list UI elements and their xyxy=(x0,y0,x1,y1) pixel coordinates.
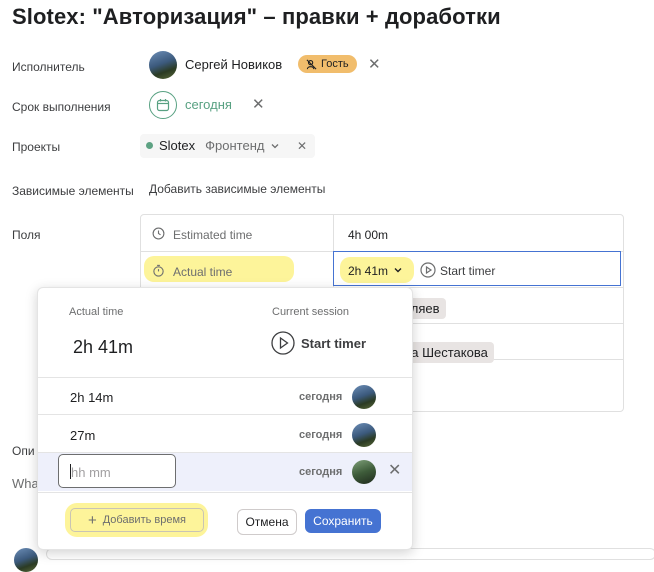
play-icon[interactable] xyxy=(271,331,295,355)
actual-time-popup: Actual time 2h 41m Current session Start… xyxy=(37,287,413,550)
project-color-dot xyxy=(146,142,153,149)
field-value-actual[interactable]: 2h 41m xyxy=(348,264,388,278)
stopwatch-icon xyxy=(153,264,164,277)
description-label-fragment: Опи xyxy=(12,444,35,458)
clock-icon xyxy=(152,227,165,240)
assignee-name[interactable]: Сергей Новиков xyxy=(185,57,282,72)
chevron-down-icon[interactable] xyxy=(393,265,403,275)
fields-label: Поля xyxy=(12,228,41,242)
guest-badge: Гость xyxy=(298,55,357,73)
comment-avatar xyxy=(14,548,38,572)
time-entry-avatar xyxy=(352,385,376,409)
time-entry-duration[interactable]: 27m xyxy=(70,428,95,443)
remove-assignee-close-icon[interactable]: ✕ xyxy=(368,57,381,72)
time-entry-date: сегодня xyxy=(299,391,343,403)
start-timer-button[interactable]: Start timer xyxy=(440,264,495,278)
guest-icon xyxy=(306,59,317,69)
time-entry-duration[interactable]: 2h 14m xyxy=(70,390,113,405)
project-section[interactable]: Фронтенд xyxy=(205,138,264,153)
popup-start-timer[interactable]: Start timer xyxy=(301,336,366,351)
dependencies-label: Зависимые элементы xyxy=(12,184,134,198)
description-placeholder-fragment: Wha xyxy=(12,476,39,491)
time-entry-date: сегодня xyxy=(299,429,343,441)
add-time-button[interactable]: + Добавить время xyxy=(70,508,204,532)
remove-due-date-close-icon[interactable]: ✕ xyxy=(252,97,265,112)
divider xyxy=(38,492,412,493)
popup-session-label: Current session xyxy=(272,306,350,318)
time-entry-row[interactable]: 2h 14m сегодня xyxy=(38,378,412,416)
field-name-estimated: Estimated time xyxy=(173,228,253,242)
divider xyxy=(38,414,412,415)
remove-project-close-icon[interactable]: ✕ xyxy=(297,140,307,152)
project-name[interactable]: Slotex xyxy=(159,138,195,153)
project-chip[interactable]: Slotex Фронтенд xyxy=(146,138,280,153)
cancel-button[interactable]: Отмена xyxy=(237,509,297,535)
projects-label: Проекты xyxy=(12,140,61,154)
calendar-icon[interactable] xyxy=(149,91,177,119)
due-date-label: Срок выполнения xyxy=(12,100,111,114)
play-icon[interactable] xyxy=(420,262,436,278)
save-button[interactable]: Сохранить xyxy=(305,509,381,533)
time-input-placeholder[interactable]: hh mm xyxy=(71,465,111,480)
due-date-value[interactable]: сегодня xyxy=(185,97,232,112)
popup-actual-label: Actual time xyxy=(69,306,124,318)
plus-icon: + xyxy=(87,511,97,529)
add-time-label: Добавить время xyxy=(102,514,187,526)
field-name-actual: Actual time xyxy=(173,265,233,279)
new-entry-avatar xyxy=(352,460,376,484)
remove-entry-close-icon[interactable]: ✕ xyxy=(388,463,401,479)
chevron-down-icon[interactable] xyxy=(270,141,280,151)
time-entry-row[interactable]: 27m сегодня xyxy=(38,416,412,454)
guest-badge-label: Гость xyxy=(321,58,349,70)
new-entry-date: сегодня xyxy=(299,466,343,478)
popup-actual-value: 2h 41m xyxy=(73,337,134,357)
time-entry-avatar xyxy=(352,423,376,447)
add-dependencies-link[interactable]: Добавить зависимые элементы xyxy=(149,182,325,196)
assignee-label: Исполнитель xyxy=(12,60,85,74)
assignee-avatar[interactable] xyxy=(149,51,177,79)
task-title[interactable]: Slotex: "Авторизация" – правки + доработ… xyxy=(12,4,501,30)
field-value-estimated[interactable]: 4h 00m xyxy=(348,228,388,242)
